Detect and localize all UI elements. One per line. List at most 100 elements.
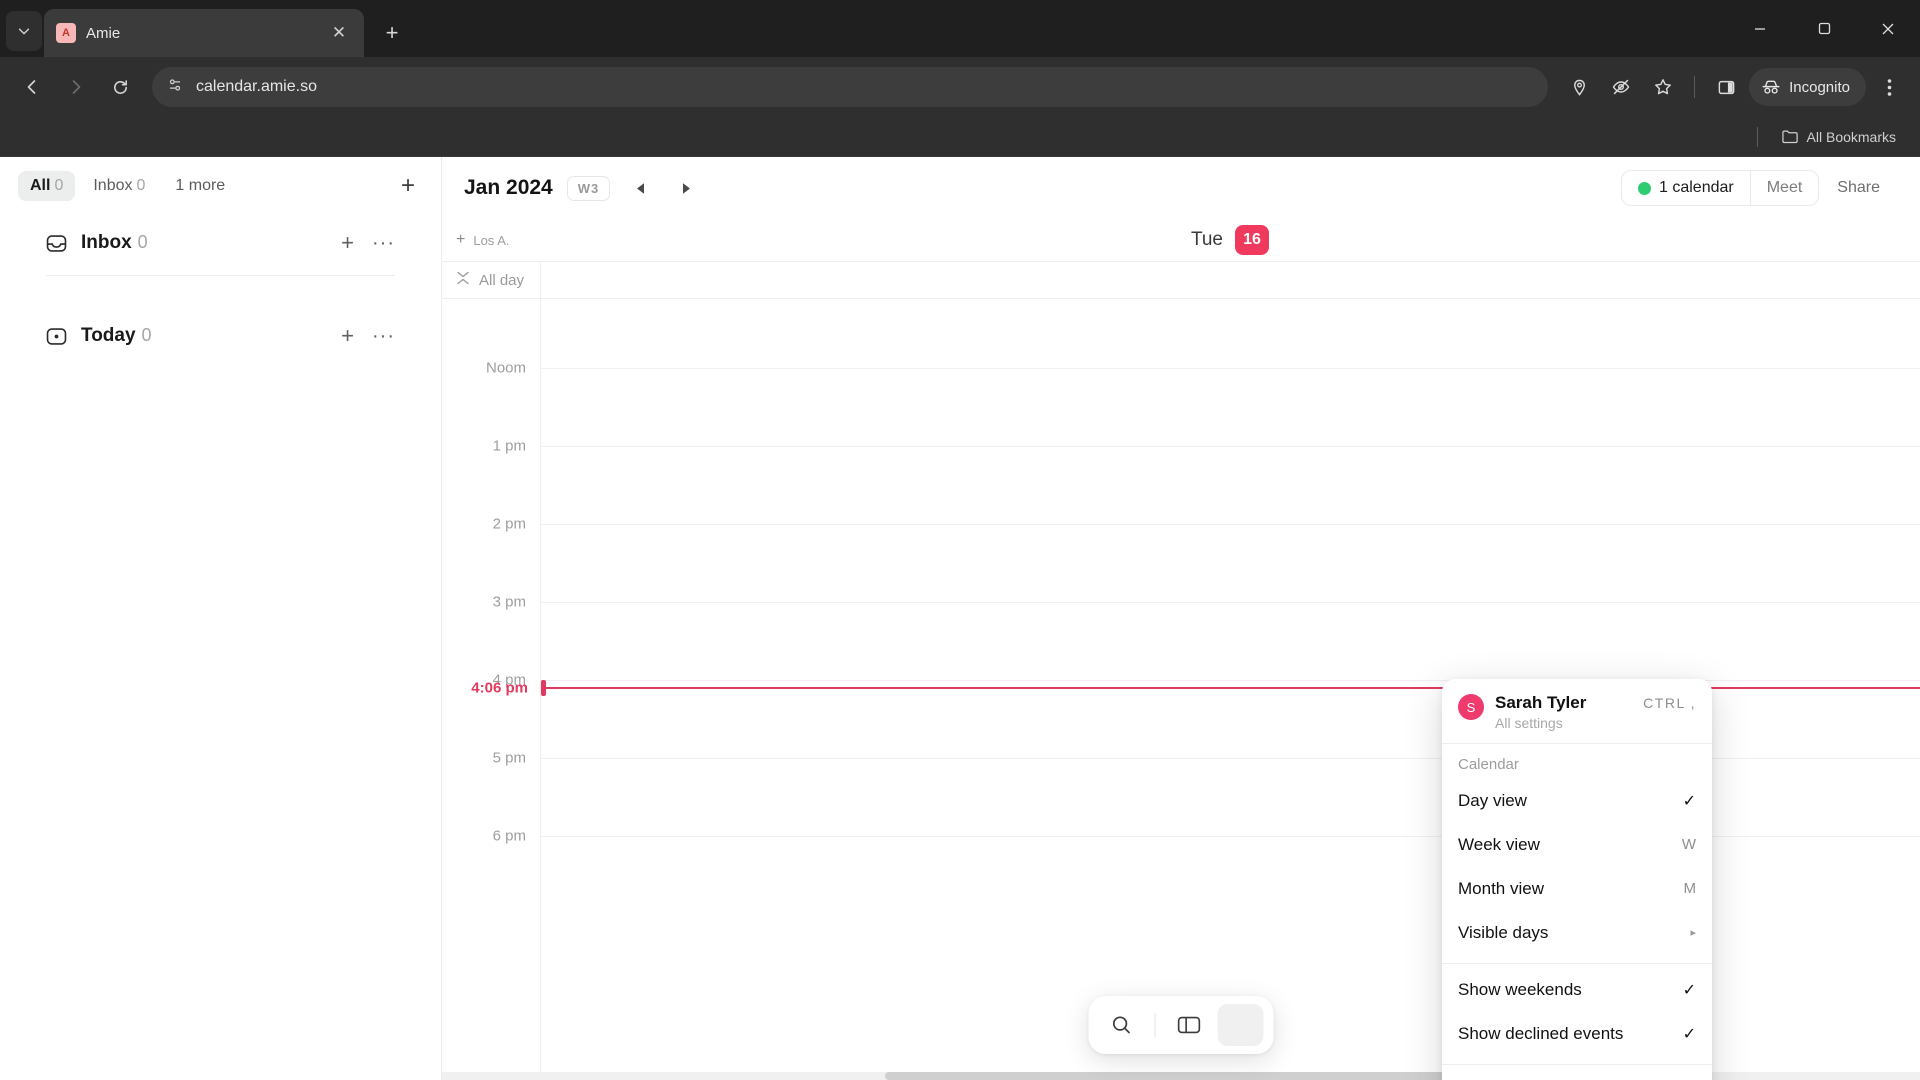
avatar: S (1458, 694, 1484, 720)
add-timezone-icon[interactable]: + (456, 231, 465, 249)
sidebar-lists: Inbox 0 + ··· Today 0 + ··· (0, 211, 441, 368)
all-bookmarks-button[interactable]: All Bookmarks (1774, 125, 1904, 149)
close-icon[interactable]: ✕ (326, 20, 352, 46)
profile-incognito-button[interactable]: Incognito (1749, 68, 1866, 106)
maximize-icon[interactable] (1792, 5, 1856, 53)
sidebar-tab-inbox-count: 0 (136, 177, 146, 194)
folder-icon (1781, 130, 1798, 144)
all-settings-link[interactable]: All settings (1495, 715, 1632, 731)
menu-group-calendar-label: Calendar (1458, 755, 1519, 773)
sidebar-tab-all-label: All (30, 177, 51, 194)
day-view-check-icon: ✓ (1682, 792, 1696, 810)
sidebar-item-inbox-actions: + ··· (341, 230, 395, 256)
back-arrow-icon[interactable] (12, 67, 52, 107)
sidebar-tab-more[interactable]: 1 more (163, 171, 237, 201)
window-controls (1728, 0, 1920, 57)
time-label: 6 pm (492, 827, 526, 845)
day-column[interactable] (540, 299, 1920, 1080)
add-to-today-button[interactable]: + (341, 323, 354, 349)
meet-button[interactable]: Meet (1749, 171, 1819, 205)
page-settings-icon[interactable] (166, 76, 184, 99)
next-period-button[interactable] (670, 172, 702, 204)
sidebar-divider (46, 275, 395, 276)
today-more-button[interactable]: ··· (372, 325, 395, 348)
all-day-cell[interactable]: All day (442, 271, 540, 289)
calendar-header: Jan 2024 W3 1 calendar Meet Share (442, 157, 1920, 219)
menu-item-week-view[interactable]: Week view W (1442, 823, 1712, 867)
three-dot-menu-icon[interactable] (1870, 68, 1908, 106)
reload-icon[interactable] (100, 67, 140, 107)
sidebar-item-inbox[interactable]: Inbox 0 + ··· (18, 211, 423, 275)
sidebar-tab-more-label: 1 more (175, 177, 226, 194)
day-header[interactable]: Tue 16 (540, 225, 1920, 255)
menu-zoom-row: Zoom 100% − + (1442, 1065, 1712, 1080)
new-tab-button[interactable]: + (374, 15, 410, 51)
left-sidebar: All 0 Inbox 0 1 more + Inbox 0 + ··· Tod… (0, 157, 442, 1080)
menu-item-month-view[interactable]: Month view M (1442, 867, 1712, 911)
browser-tab[interactable]: A Amie ✕ (44, 9, 364, 57)
today-icon (46, 326, 67, 347)
account-row[interactable]: S Sarah Tyler All settings CTRL , (1442, 679, 1712, 743)
menu-item-day-view[interactable]: Day view ✓ (1442, 779, 1712, 823)
menu-item-visible-days[interactable]: Visible days ▸ (1442, 911, 1712, 955)
account-name: Sarah Tyler (1495, 693, 1587, 712)
search-icon[interactable] (1099, 1004, 1145, 1046)
menu-item-day-view-label: Day view (1458, 790, 1527, 810)
close-window-icon[interactable] (1856, 5, 1920, 53)
add-to-inbox-button[interactable]: + (341, 230, 354, 256)
tab-title: Amie (86, 24, 121, 42)
all-day-grid[interactable] (540, 262, 1920, 298)
incognito-icon (1762, 80, 1780, 94)
timezone-cell[interactable]: + Los A. (442, 231, 540, 249)
sidebar-tab-inbox-label: Inbox (93, 177, 133, 194)
star-icon[interactable] (1644, 68, 1682, 106)
month-view-shortcut: M (1683, 880, 1697, 898)
prev-period-button[interactable] (624, 172, 656, 204)
menu-item-show-declined[interactable]: Show declined events ✓ (1442, 1012, 1712, 1056)
time-label: 2 pm (492, 515, 526, 533)
calendar-selector-button[interactable]: 1 calendar (1622, 171, 1750, 205)
menu-item-show-weekends[interactable]: Show weekends ✓ (1442, 968, 1712, 1012)
chevron-right-icon: ▸ (1690, 927, 1696, 940)
sidebar-tab-inbox[interactable]: Inbox 0 (81, 171, 157, 201)
menu-item-week-view-label: Week view (1458, 834, 1540, 854)
tab-strip: A Amie ✕ + (0, 0, 1920, 57)
time-label: 5 pm (492, 749, 526, 767)
sidebar-tab-all[interactable]: All 0 (18, 171, 76, 201)
share-button[interactable]: Share (1819, 171, 1898, 205)
browser-window: A Amie ✕ + calendar.amie.so Incognito Al… (0, 0, 1920, 1080)
toolbar-divider (1694, 76, 1696, 98)
address-bar[interactable]: calendar.amie.so (152, 67, 1549, 107)
menu-item-show-weekends-label: Show weekends (1458, 979, 1582, 999)
sidebar-item-today[interactable]: Today 0 + ··· (18, 304, 423, 368)
time-label: 1 pm (492, 437, 526, 455)
minimize-icon[interactable] (1728, 5, 1792, 53)
account-text: Sarah Tyler All settings (1495, 693, 1632, 731)
week-badge: W3 (566, 175, 611, 201)
hour-gridline (541, 368, 1920, 369)
timezone-label: Los A. (473, 232, 510, 248)
profile-label: Incognito (1789, 78, 1850, 96)
sidebar-add-list-button[interactable]: + (393, 171, 423, 201)
collapse-icon[interactable] (456, 271, 470, 289)
side-panel-icon[interactable] (1707, 68, 1745, 106)
timezone-row: + Los A. Tue 16 (442, 219, 1920, 261)
bottom-dock (1088, 996, 1274, 1054)
dock-divider (1154, 1013, 1156, 1037)
day-name-label: Tue (1190, 229, 1224, 250)
forward-arrow-icon[interactable] (56, 67, 96, 107)
calendar-settings-menu: S Sarah Tyler All settings CTRL , Calend… (1442, 679, 1712, 1080)
eye-off-icon[interactable] (1602, 68, 1640, 106)
current-time-line (541, 687, 1920, 689)
calendar-pane: Jan 2024 W3 1 calendar Meet Share + Los … (442, 157, 1920, 1080)
time-label: 3 pm (492, 593, 526, 611)
hour-gridline (541, 602, 1920, 603)
settings-menu-icon[interactable] (1217, 1004, 1264, 1046)
hour-gridline (541, 680, 1920, 681)
sidebar-toggle-icon[interactable] (1166, 1004, 1212, 1046)
inbox-more-button[interactable]: ··· (372, 232, 395, 255)
location-pin-icon[interactable] (1560, 68, 1598, 106)
tab-search-button[interactable] (6, 11, 42, 51)
calendar-header-actions: 1 calendar Meet Share (1621, 170, 1898, 206)
favicon-amie: A (56, 23, 76, 43)
